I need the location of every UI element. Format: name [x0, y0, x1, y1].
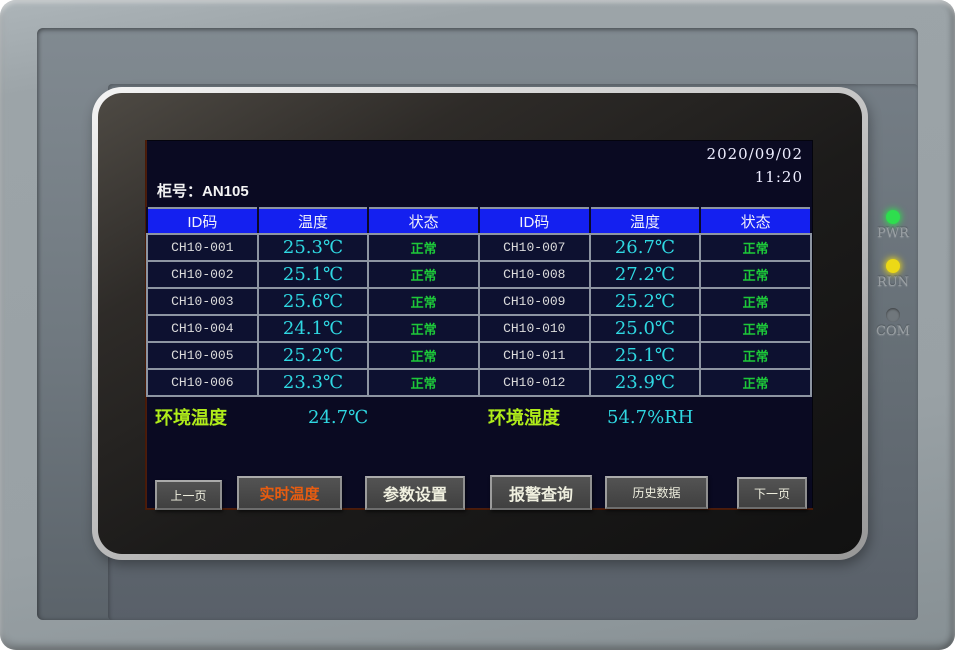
ambient-humidity-label: 环境湿度 [488, 402, 560, 434]
channel-status: 正常 [368, 234, 479, 261]
column-header-temp: 温度 [590, 208, 701, 234]
cabinet-label: 柜号：AN105 [157, 180, 249, 201]
channel-temp: 27.2℃ [590, 261, 701, 288]
table-row: CH10-00623.3℃正常CH10-01223.9℃正常 [147, 369, 811, 396]
channel-temp: 25.6℃ [258, 288, 369, 315]
column-header-status: 状态 [700, 208, 811, 234]
column-header-id: ID码 [147, 208, 258, 234]
ambient-temp-value: 24.7℃ [308, 402, 368, 434]
channel-status: 正常 [368, 261, 479, 288]
channel-id: CH10-012 [479, 369, 590, 396]
channel-temp: 23.3℃ [258, 369, 369, 396]
channel-temp: 25.1℃ [590, 342, 701, 369]
channel-status: 正常 [368, 369, 479, 396]
time-display: 11:20 [755, 168, 803, 186]
channel-status: 正常 [368, 342, 479, 369]
screen-module: 2020/09/02 11:20 柜号：AN105 ID码 温度 状态 ID码 … [92, 87, 868, 560]
table-row: CH10-00525.2℃正常CH10-01125.1℃正常 [147, 342, 811, 369]
date-display: 2020/09/02 [707, 145, 803, 163]
table-row: CH10-00225.1℃正常CH10-00827.2℃正常 [147, 261, 811, 288]
channel-id: CH10-001 [147, 234, 258, 261]
led-com: COM [868, 308, 918, 339]
table-row: CH10-00125.3℃正常CH10-00726.7℃正常 [147, 234, 811, 261]
ambient-humidity-value: 54.7%RH [607, 402, 693, 434]
led-label: PWR [868, 226, 918, 241]
channel-temp: 25.2℃ [258, 342, 369, 369]
channel-temp: 26.7℃ [590, 234, 701, 261]
column-header-status: 状态 [368, 208, 479, 234]
nav-button-history-data[interactable]: 历史数据 [605, 476, 708, 509]
channel-id: CH10-003 [147, 288, 258, 315]
channel-status: 正常 [368, 315, 479, 342]
column-header-temp: 温度 [258, 208, 369, 234]
power-led-icon [886, 210, 900, 224]
channel-temp: 25.1℃ [258, 261, 369, 288]
channel-temp: 25.3℃ [258, 234, 369, 261]
channel-status: 正常 [700, 315, 811, 342]
channel-id: CH10-009 [479, 288, 590, 315]
run-led-icon [886, 259, 900, 273]
led-pwr: PWR [868, 210, 918, 241]
channel-id: CH10-011 [479, 342, 590, 369]
channel-id: CH10-002 [147, 261, 258, 288]
channel-id: CH10-007 [479, 234, 590, 261]
channel-status: 正常 [700, 369, 811, 396]
channel-id: CH10-010 [479, 315, 590, 342]
com-led-icon [886, 308, 900, 322]
led-label: COM [868, 324, 918, 339]
channel-status: 正常 [700, 261, 811, 288]
channel-status: 正常 [700, 342, 811, 369]
led-run: RUN [868, 259, 918, 290]
status-led-column: PWR RUN COM [868, 210, 918, 357]
channel-status: 正常 [700, 234, 811, 261]
channel-table-body: CH10-00125.3℃正常CH10-00726.7℃正常CH10-00225… [147, 234, 811, 396]
nav-button-prev-page[interactable]: 上一页 [155, 480, 222, 510]
led-label: RUN [868, 275, 918, 290]
channel-id: CH10-004 [147, 315, 258, 342]
table-row: CH10-00424.1℃正常CH10-01025.0℃正常 [147, 315, 811, 342]
channel-temp: 23.9℃ [590, 369, 701, 396]
lcd-display: 2020/09/02 11:20 柜号：AN105 ID码 温度 状态 ID码 … [145, 140, 813, 510]
ambient-temp-label: 环境温度 [155, 402, 227, 434]
table-header-row: ID码 温度 状态 ID码 温度 状态 [147, 208, 811, 234]
channel-temp: 25.0℃ [590, 315, 701, 342]
channel-status: 正常 [700, 288, 811, 315]
table-row: CH10-00325.6℃正常CH10-00925.2℃正常 [147, 288, 811, 315]
screen-bezel: 2020/09/02 11:20 柜号：AN105 ID码 温度 状态 ID码 … [98, 93, 862, 554]
nav-button-realtime-temp[interactable]: 实时温度 [237, 476, 342, 510]
channel-status: 正常 [368, 288, 479, 315]
nav-button-next-page[interactable]: 下一页 [737, 477, 807, 509]
hmi-device-frame: PWR RUN COM 2020/09/02 11:20 柜号：AN105 ID… [0, 0, 955, 650]
channel-temp: 25.2℃ [590, 288, 701, 315]
channel-table: ID码 温度 状态 ID码 温度 状态 CH10-00125.3℃正常CH10-… [146, 207, 812, 397]
column-header-id: ID码 [479, 208, 590, 234]
channel-id: CH10-008 [479, 261, 590, 288]
channel-temp: 24.1℃ [258, 315, 369, 342]
nav-button-parameter-settings[interactable]: 参数设置 [365, 476, 465, 510]
channel-id: CH10-005 [147, 342, 258, 369]
nav-button-alarm-query[interactable]: 报警查询 [490, 475, 592, 510]
channel-id: CH10-006 [147, 369, 258, 396]
